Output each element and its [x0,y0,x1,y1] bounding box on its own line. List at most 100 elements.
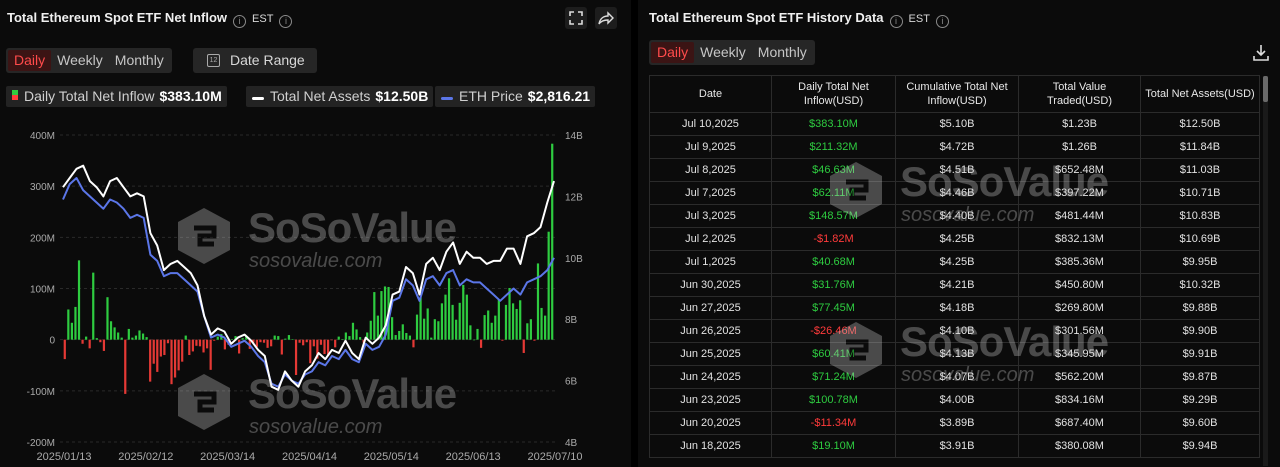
inflow-bar[interactable] [351,322,355,340]
inflow-bar[interactable] [131,337,134,340]
info-icon[interactable]: i [889,15,903,28]
table-scrollbar[interactable] [1263,76,1268,466]
inflow-bar[interactable] [181,339,184,362]
inflow-bar[interactable] [113,327,116,340]
inflow-bar[interactable] [163,339,166,356]
inflow-bar[interactable] [270,339,273,347]
inflow-bar[interactable] [287,335,291,340]
eth-price-line[interactable] [62,177,555,388]
inflow-bar[interactable] [540,307,543,340]
inflow-bar[interactable] [447,278,451,340]
date-range-button[interactable]: 12 Date Range [193,48,317,73]
tab-monthly[interactable]: Monthly [752,42,813,63]
inflow-bar[interactable] [511,303,515,340]
inflow-chart[interactable]: 400M 300M 200M 100M 0 -100M -200M 14B 12B 10B 8B 6B… [0,118,631,467]
inflow-bar[interactable] [109,321,113,340]
inflow-bar[interactable] [85,336,88,340]
table-row[interactable]: Jun 30,2025 $31.76M $4.21B $450.80M $10.32B [649,273,1260,297]
inflow-bar[interactable] [284,338,287,340]
inflow-bar[interactable] [92,272,95,340]
inflow-bar[interactable] [536,263,540,340]
inflow-bar[interactable] [469,325,472,340]
inflow-bar[interactable] [152,339,155,364]
inflow-bar[interactable] [312,339,315,347]
inflow-bar[interactable] [138,330,141,340]
tab-monthly[interactable]: Monthly [109,50,170,71]
inflow-bar[interactable] [216,336,219,340]
inflow-bar[interactable] [358,337,362,340]
inflow-bar[interactable] [490,322,493,340]
inflow-bar[interactable] [323,339,326,354]
inflow-bar[interactable] [455,319,458,340]
inflow-bar[interactable] [173,339,177,378]
inflow-bar[interactable] [334,339,337,348]
inflow-bar[interactable] [106,297,109,340]
inflow-bar[interactable] [127,328,130,340]
tab-weekly[interactable]: Weekly [51,50,109,71]
inflow-bar[interactable] [177,339,180,371]
tab-weekly[interactable]: Weekly [694,42,752,63]
inflow-bar[interactable] [124,339,127,394]
inflow-bar[interactable] [170,339,173,385]
inflow-bar[interactable] [476,328,479,340]
legend-net-assets[interactable]: Total Net Assets $12.50B [246,86,434,107]
inflow-bar[interactable] [394,335,397,340]
inflow-bar[interactable] [188,339,191,356]
inflow-bar[interactable] [451,304,454,340]
fullscreen-button[interactable] [565,7,587,29]
inflow-bar[interactable] [102,339,106,351]
inflow-bar[interactable] [302,339,305,346]
tab-daily[interactable]: Daily [651,42,695,63]
inflow-bar[interactable] [426,308,429,340]
legend-eth-price[interactable]: ETH Price $2,816.21 [435,86,596,107]
table-row[interactable]: Jun 24,2025 $71.24M $4.07B $562.20M $9.87B [649,365,1260,389]
inflow-bar[interactable] [305,339,308,343]
inflow-bar[interactable] [462,284,465,340]
inflow-bar[interactable] [120,337,123,340]
inflow-bar[interactable] [195,339,198,346]
inflow-bar[interactable] [309,339,312,364]
inflow-bar[interactable] [501,339,504,341]
inflow-bar[interactable] [95,338,98,340]
inflow-bar[interactable] [479,339,483,348]
inflow-bar[interactable] [504,304,508,340]
inflow-bar[interactable] [494,315,497,340]
table-row[interactable]: Jul 9,2025 $211.32M $4.72B $1.26B $11.84B [649,135,1260,159]
inflow-bar[interactable] [145,337,148,340]
inflow-bar[interactable] [341,339,344,340]
inflow-bar[interactable] [166,339,170,344]
timezone-info-icon[interactable]: i [935,15,949,28]
inflow-bar[interactable] [273,335,276,340]
table-row[interactable]: Jun 23,2025 $100.78M $4.00B $834.16M $9.29B [649,388,1260,412]
table-row[interactable]: Jun 20,2025 -$11.34M $3.89B $687.40M $9.60B [649,411,1260,435]
inflow-bar[interactable] [515,308,518,340]
inflow-bar[interactable] [291,339,294,340]
inflow-bar[interactable] [223,339,226,350]
inflow-bar[interactable] [198,339,202,347]
inflow-bar[interactable] [63,339,66,360]
inflow-bar[interactable] [398,330,401,340]
inflow-bar[interactable] [74,306,77,340]
table-row[interactable]: Jul 10,2025 $383.10M $5.10B $1.23B $12.50B [649,112,1260,136]
tab-daily[interactable]: Daily [8,50,52,71]
inflow-bar[interactable] [330,339,333,341]
inflow-bar[interactable] [472,339,476,341]
inflow-bar[interactable] [522,339,525,353]
inflow-bar[interactable] [415,314,419,340]
inflow-bar[interactable] [117,332,120,340]
inflow-bar[interactable] [348,336,351,340]
inflow-bar[interactable] [519,300,522,340]
inflow-bar[interactable] [81,339,84,344]
inflow-bar[interactable] [319,339,323,345]
inflow-bar[interactable] [259,339,262,343]
inflow-bar[interactable] [213,339,216,341]
inflow-bar[interactable] [529,319,532,340]
inflow-bar[interactable] [412,339,415,348]
inflow-bar[interactable] [191,339,194,352]
inflow-bar[interactable] [497,299,500,340]
inflow-bar[interactable] [266,339,269,348]
inflow-bar[interactable] [401,324,404,340]
inflow-bar[interactable] [551,143,554,340]
inflow-bar[interactable] [487,310,490,340]
inflow-bar[interactable] [99,339,102,343]
